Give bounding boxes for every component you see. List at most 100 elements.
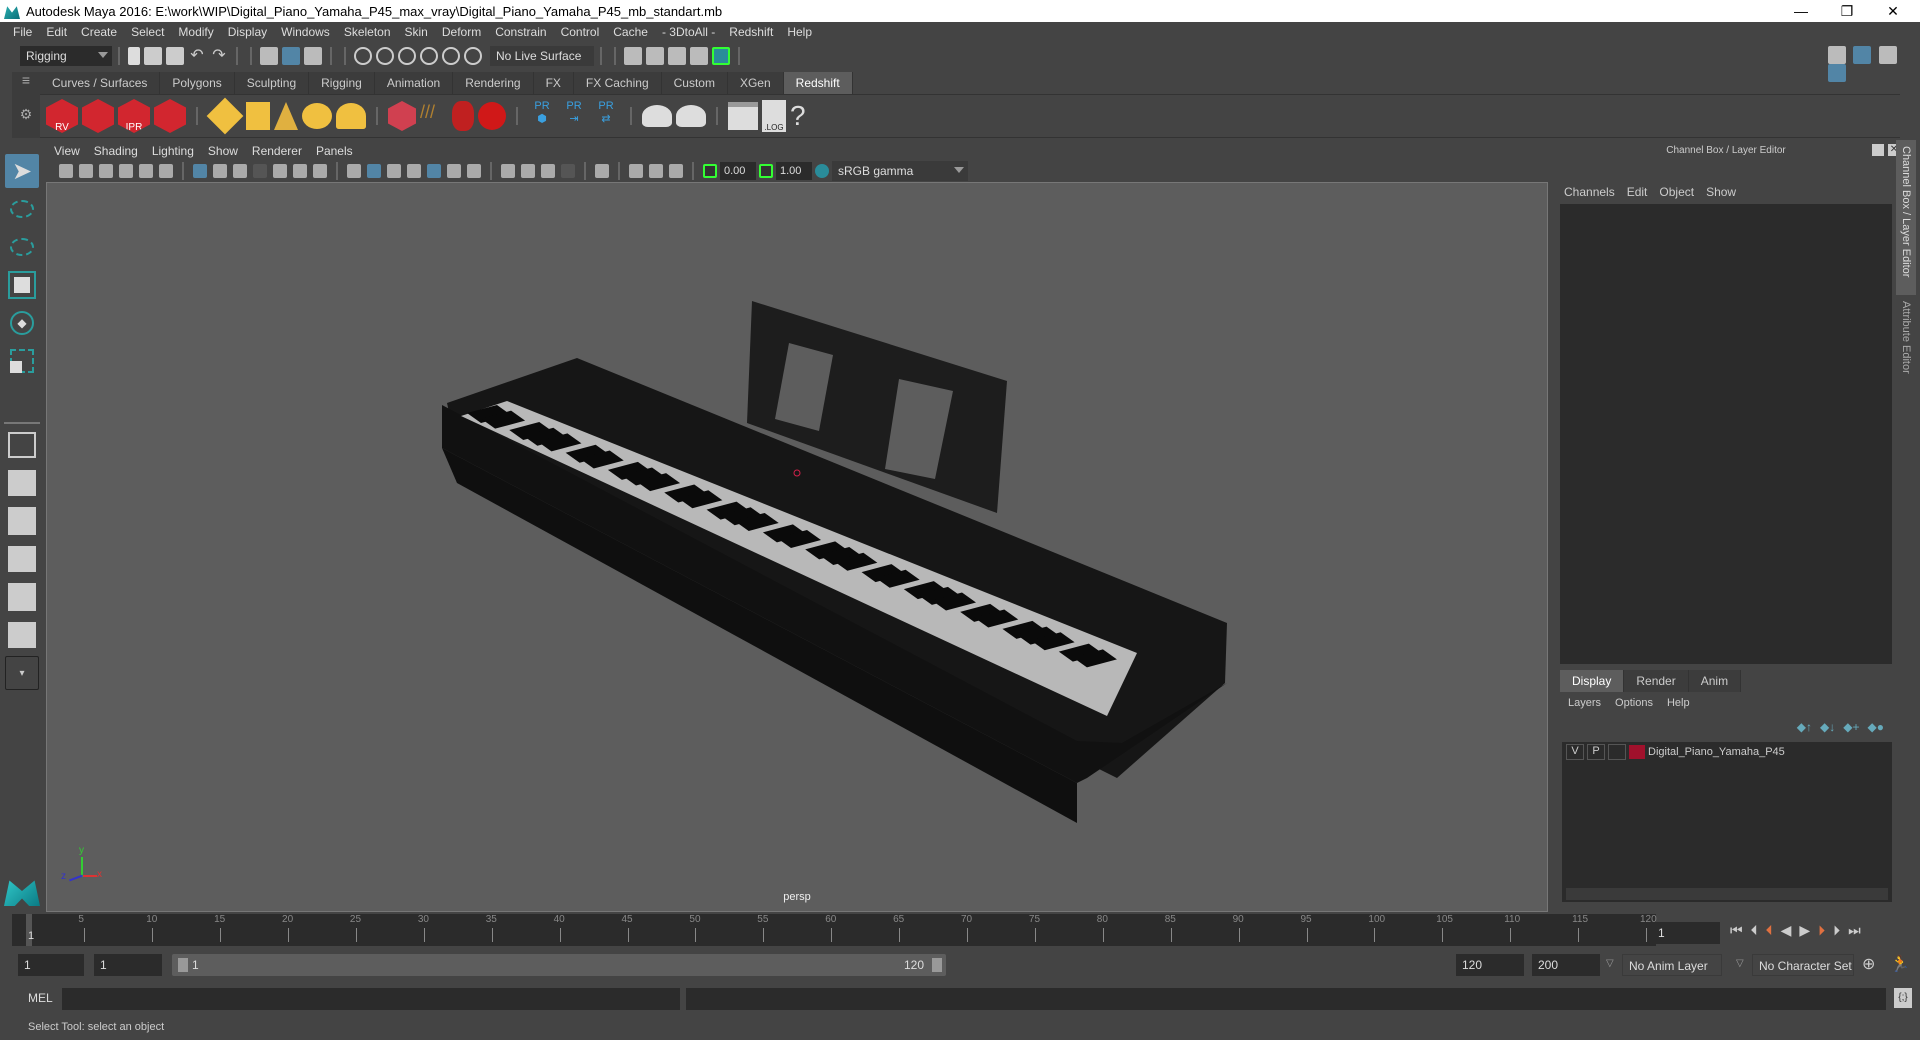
- live-surface-field[interactable]: No Live Surface: [490, 46, 594, 66]
- motion-blur-icon[interactable]: [501, 164, 515, 178]
- piano-model[interactable]: [47, 183, 1548, 912]
- viewport-menu-lighting[interactable]: Lighting: [152, 144, 194, 158]
- rs-render-sequence-icon[interactable]: [82, 99, 114, 133]
- shelf-tab-custom[interactable]: Custom: [661, 72, 728, 94]
- layer-tab-display[interactable]: Display: [1560, 670, 1625, 692]
- layers-menu[interactable]: Layers: [1568, 697, 1601, 709]
- viewport-menu-renderer[interactable]: Renderer: [252, 144, 302, 158]
- rs-dome-light-icon[interactable]: [302, 103, 332, 129]
- shadows-icon[interactable]: [447, 164, 461, 178]
- animation-preferences-icon[interactable]: 🏃: [1890, 954, 1910, 974]
- select-component-icon[interactable]: [304, 47, 322, 65]
- safe-title-icon[interactable]: [313, 164, 327, 178]
- menu-help[interactable]: Help: [787, 25, 812, 39]
- rs-material-icon[interactable]: [478, 102, 506, 130]
- object-menu[interactable]: Object: [1659, 185, 1694, 199]
- move-layer-up-icon[interactable]: ◆↑: [1797, 720, 1812, 734]
- image-plane-icon[interactable]: [119, 164, 133, 178]
- depth-of-field-icon[interactable]: [541, 164, 555, 178]
- start-time-field[interactable]: 1: [18, 954, 84, 976]
- viewport-menu-shading[interactable]: Shading: [94, 144, 138, 158]
- redo-icon[interactable]: ↷: [210, 47, 228, 65]
- layer-hscrollbar[interactable]: [1566, 888, 1888, 900]
- playback-start-field[interactable]: 1: [94, 954, 162, 976]
- exposure-icon[interactable]: [703, 164, 717, 178]
- step-forward-frame-icon[interactable]: ⏵: [1833, 922, 1840, 939]
- menu-create[interactable]: Create: [81, 25, 117, 39]
- layout-options-button[interactable]: ▾: [5, 656, 39, 690]
- end-time-field[interactable]: 200: [1532, 954, 1600, 976]
- go-to-start-icon[interactable]: ⏮: [1730, 922, 1743, 939]
- rs-portal-light-icon[interactable]: [246, 102, 270, 130]
- character-set-dropdown[interactable]: No Character Set: [1752, 954, 1854, 976]
- hypershade-persp-layout[interactable]: [5, 580, 39, 614]
- channel-list[interactable]: [1560, 204, 1892, 664]
- backface-culling-icon[interactable]: [669, 164, 683, 178]
- snap-live-icon[interactable]: [442, 47, 460, 65]
- range-slider[interactable]: 1 120: [172, 954, 946, 976]
- shelf-tab-curves-surfaces[interactable]: Curves / Surfaces: [40, 72, 161, 94]
- menu-windows[interactable]: Windows: [281, 25, 330, 39]
- render-view-icon[interactable]: [624, 47, 642, 65]
- snap-grid-icon[interactable]: [354, 47, 372, 65]
- play-forward-icon[interactable]: ▶: [1799, 922, 1810, 939]
- menu-set-dropdown[interactable]: Rigging: [20, 46, 112, 66]
- range-start-handle[interactable]: [178, 958, 188, 972]
- anim-layer-dropdown[interactable]: No Anim Layer: [1622, 954, 1722, 976]
- scale-tool[interactable]: [5, 344, 39, 378]
- modeling-toolkit-icon[interactable]: [1828, 46, 1846, 64]
- step-forward-key-icon[interactable]: ⏵: [1818, 922, 1825, 939]
- rs-shell-icon[interactable]: [728, 102, 758, 130]
- rs-log-icon[interactable]: .LOG: [762, 100, 786, 132]
- shelf-menu-icon[interactable]: ≡: [12, 72, 40, 88]
- menu-modify[interactable]: Modify: [178, 25, 213, 39]
- xray-joints-icon[interactable]: [629, 164, 643, 178]
- menu-deform[interactable]: Deform: [442, 25, 481, 39]
- layer-color-swatch[interactable]: [1629, 745, 1645, 759]
- snap-curve-icon[interactable]: [376, 47, 394, 65]
- xray-icon[interactable]: [595, 164, 609, 178]
- rs-pr-export-icon[interactable]: PR ⇥: [560, 100, 588, 132]
- shelf-tab-rigging[interactable]: Rigging: [309, 72, 375, 94]
- shelf-tab-animation[interactable]: Animation: [374, 72, 454, 94]
- four-view-layout[interactable]: [5, 466, 39, 500]
- auto-key-icon[interactable]: ⊕: [1862, 954, 1875, 974]
- shelf-tab-rendering[interactable]: Rendering: [453, 72, 534, 94]
- bookmark-icon[interactable]: [99, 164, 113, 178]
- menu-3dtoall[interactable]: - 3DtoAll -: [662, 25, 715, 39]
- rs-shader-icon[interactable]: [452, 101, 474, 131]
- use-all-lights-icon[interactable]: [427, 164, 441, 178]
- layer-name[interactable]: Digital_Piano_Yamaha_P45: [1648, 746, 1785, 758]
- single-perspective-layout[interactable]: [5, 428, 39, 462]
- channel-box-toggle-icon[interactable]: [1828, 64, 1846, 82]
- new-scene-icon[interactable]: [128, 47, 140, 65]
- float-panel-icon[interactable]: [1872, 144, 1884, 156]
- grid-icon[interactable]: [193, 164, 207, 178]
- step-back-frame-icon[interactable]: ◀: [1781, 922, 1792, 939]
- attribute-editor-toggle-icon[interactable]: [1853, 46, 1872, 64]
- move-layer-down-icon[interactable]: ◆↓: [1820, 720, 1835, 734]
- minimize-button[interactable]: —: [1778, 0, 1824, 22]
- safe-action-icon[interactable]: [293, 164, 307, 178]
- gamma-field[interactable]: 1.00: [776, 162, 812, 180]
- multisample-aa-icon[interactable]: [521, 164, 535, 178]
- rs-spot-light-icon[interactable]: [274, 102, 298, 130]
- shelf-tab-fx[interactable]: FX: [533, 72, 574, 94]
- move-tool[interactable]: [5, 268, 39, 302]
- rs-ipr-icon[interactable]: IPR: [118, 99, 150, 133]
- wireframe-icon[interactable]: [347, 164, 361, 178]
- layer-display-type-toggle[interactable]: [1608, 744, 1626, 760]
- exposure-field[interactable]: 0.00: [720, 162, 756, 180]
- ipr-render-icon[interactable]: [668, 47, 686, 65]
- restore-button[interactable]: ❐: [1824, 0, 1870, 22]
- help-menu[interactable]: Help: [1667, 697, 1690, 709]
- gamma-icon[interactable]: [759, 164, 773, 178]
- screen-space-ao-icon[interactable]: [467, 164, 481, 178]
- save-scene-icon[interactable]: [166, 47, 184, 65]
- menu-edit[interactable]: Edit: [46, 25, 67, 39]
- undo-icon[interactable]: ↶: [188, 47, 206, 65]
- rs-sun-sky-icon[interactable]: [336, 103, 366, 129]
- rs-help-icon[interactable]: ?: [790, 100, 812, 132]
- menu-cache[interactable]: Cache: [613, 25, 648, 39]
- options-menu[interactable]: Options: [1615, 697, 1653, 709]
